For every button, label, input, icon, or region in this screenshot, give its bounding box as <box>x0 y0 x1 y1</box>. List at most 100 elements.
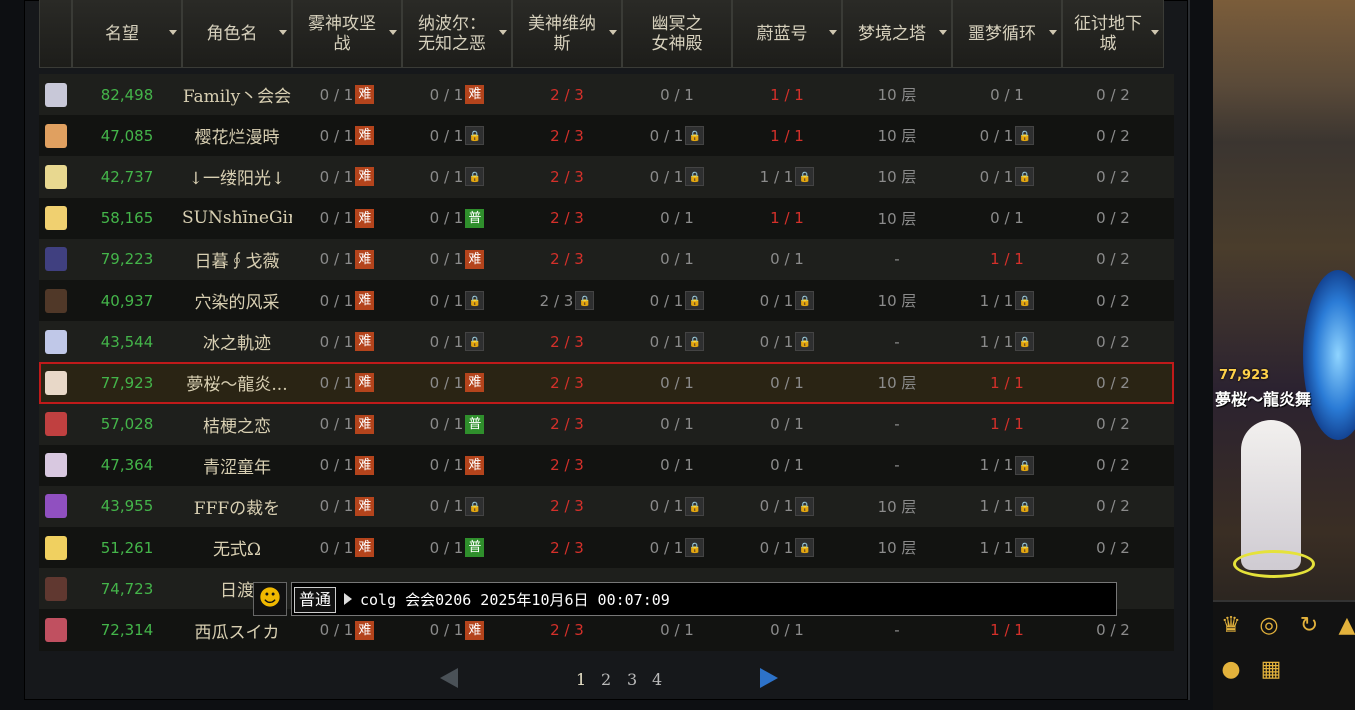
nightmare-cycle-cell: 1 / 1 🔒 <box>952 280 1062 321</box>
nightmare-cycle-cell: 1 / 1 <box>990 250 1024 269</box>
azure-cell: 0 / 1 🔒 <box>732 486 842 527</box>
table-row[interactable]: 82,498 Family丶会会 0 / 1难0 / 1难2 / 30 / 11 /… <box>39 74 1174 116</box>
prev-page-icon[interactable] <box>440 668 458 688</box>
table-row[interactable]: 43,955 FFFの裁を 0 / 1难0 / 1 🔒 2 / 30 / 1 🔒 0 / 1… <box>39 485 1174 528</box>
goddess-temple-cell: 0 / 1 <box>660 85 694 104</box>
conquest-dungeon-cell: 0 / 2 <box>1096 415 1130 434</box>
conquest-dungeon-cell: 0 / 2 <box>1096 209 1130 228</box>
mist-raid-cell: 0 / 1难 <box>292 115 402 156</box>
avatar-cell <box>39 527 72 568</box>
conquest-dungeon-cell: 0 / 2 <box>1096 538 1130 557</box>
header-conquest-dungeon[interactable]: 征讨地下城 <box>1062 0 1164 68</box>
lock-icon: 🔒 <box>465 332 485 352</box>
chat-channel-selector[interactable]: 普通 <box>294 587 337 613</box>
lock-icon: 🔒 <box>795 332 815 352</box>
fame-cell: 47,085 <box>100 126 154 145</box>
refresh-icon[interactable]: ↻ <box>1295 612 1323 640</box>
hard-badge: 难 <box>355 126 375 146</box>
lock-icon: 🔒 <box>795 291 815 311</box>
dream-tower-cell: 10 层 <box>877 209 917 228</box>
azure-cell: 1 / 1 <box>770 126 804 145</box>
table-row[interactable]: 47,085 樱花烂漫時 0 / 1难0 / 1 🔒 2 / 30 / 1 🔒 1 / 11… <box>39 115 1174 157</box>
channel-arrow-icon[interactable] <box>344 593 352 605</box>
avatar <box>44 370 67 395</box>
character-name-cell: ↓一缕阳光↓ <box>188 169 286 190</box>
hard-badge: 难 <box>465 620 485 640</box>
nightmare-cycle-cell: 1 / 1 🔒 <box>952 527 1062 568</box>
table-row[interactable]: 79,223 日暮∮戈薇 0 / 1难0 / 1难 2 / 3 0 / 1 0 / 1 - 1… <box>39 238 1174 280</box>
table-row[interactable]: 47,364 青涩童年 0 / 1难0 / 1难 2 / 3 0 / 1 0 / 1 - 1 … <box>39 444 1174 486</box>
avatar-cell <box>39 198 72 239</box>
grid-icon[interactable]: ▦ <box>1257 656 1285 684</box>
header-avatar-column <box>39 0 72 68</box>
hard-badge: 难 <box>465 373 485 393</box>
avatar <box>44 164 67 189</box>
lock-icon: 🔒 <box>685 538 705 558</box>
conquest-dungeon-cell: 0 / 2 <box>1096 373 1130 392</box>
table-row[interactable]: 57,028 桔梗之恋 0 / 1难0 / 1普 2 / 3 0 / 1 0 / 1 - 1 … <box>39 403 1174 445</box>
lock-icon: 🔒 <box>1015 538 1035 558</box>
dream-tower-cell: 10 层 <box>877 292 917 311</box>
page-3[interactable]: 3 <box>627 670 637 689</box>
dream-tower-cell: 10 层 <box>877 127 917 146</box>
dream-tower-cell: 10 层 <box>877 497 917 516</box>
map-pin-icon[interactable]: ● <box>1217 656 1245 684</box>
emoticon-icon[interactable]: ☻ <box>253 582 287 616</box>
nightmare-cycle-cell: 1 / 1 <box>990 373 1024 392</box>
hard-badge: 难 <box>355 208 375 228</box>
crown-icon[interactable]: ♛ <box>1217 612 1245 640</box>
character-sprite <box>1241 420 1301 570</box>
character-name-cell: 冰之軌迹 <box>203 334 271 355</box>
character-name-cell: 樱花烂漫時 <box>194 128 280 149</box>
header-character-name[interactable]: 角色名 <box>182 0 292 68</box>
header-venus[interactable]: 美神维纳斯 <box>512 0 622 68</box>
lock-icon: 🔒 <box>1015 455 1035 475</box>
header-goddess-temple[interactable]: 幽冥之 女神殿 <box>622 0 732 68</box>
lock-icon: 🔒 <box>1015 167 1035 187</box>
table-row[interactable]: 51,261 无式Ω 0 / 1难0 / 1普 2 / 3 0 / 1 🔒 0 / 1 🔒 10… <box>39 527 1174 569</box>
character-name-cell: FFFの裁を <box>193 498 281 519</box>
nabol-cell: 0 / 1普 <box>402 198 512 239</box>
venus-cell: 2 / 3 <box>550 167 584 186</box>
mist-raid-cell: 0 / 1难 <box>292 445 402 486</box>
nabol-cell: 0 / 1难 <box>402 445 512 486</box>
nightmare-cycle-cell: 1 / 1 <box>990 415 1024 434</box>
lock-icon: 🔒 <box>465 167 485 187</box>
hard-badge: 难 <box>355 249 375 269</box>
lock-icon: 🔒 <box>795 167 815 187</box>
page-4[interactable]: 4 <box>652 670 662 689</box>
target-icon[interactable]: ◎ <box>1255 612 1283 640</box>
table-row[interactable]: 43,544 冰之軌迹 0 / 1难0 / 1 🔒 2 / 30 / 1 🔒 0 / 1 🔒 -… <box>39 321 1174 363</box>
table-row[interactable]: 58,165 SUNshīneGir 0 / 1难0 / 1普2 / 30 / 11… <box>39 197 1174 239</box>
hard-badge: 难 <box>355 332 375 352</box>
fame-cell: 57,028 <box>100 415 154 434</box>
venus-cell: 2 / 3 <box>550 538 584 557</box>
nightmare-cycle-cell: 0 / 1 <box>990 85 1024 104</box>
table-row[interactable]: 40,937 穴染的风采 0 / 1难0 / 1 🔒 2 / 3 🔒 0 / 1 🔒 0 / 1… <box>39 279 1174 322</box>
lock-icon: 🔒 <box>685 332 705 352</box>
header-azure[interactable]: 蔚蓝号 <box>732 0 842 68</box>
page-1[interactable]: 1 <box>576 670 586 689</box>
table-row[interactable]: 42,737 ↓一缕阳光↓ 0 / 1难0 / 1 🔒 2 / 30 / 1 🔒 1 / 1… <box>39 156 1174 198</box>
page-2[interactable]: 2 <box>601 670 611 689</box>
up-arrow-icon[interactable]: ▲ <box>1333 612 1355 640</box>
lock-icon: 🔒 <box>795 538 815 558</box>
dream-tower-cell: 10 层 <box>877 374 917 393</box>
sort-arrow-icon <box>1049 30 1057 35</box>
avatar <box>44 535 67 560</box>
header-dream-tower[interactable]: 梦境之塔 <box>842 0 952 68</box>
table-row[interactable]: 77,923 夢桜～龍炎... 0 / 1难0 / 1难2 / 30 / 10 / … <box>39 362 1174 404</box>
next-page-icon[interactable] <box>760 668 778 688</box>
nightmare-cycle-cell: 0 / 1 🔒 <box>952 156 1062 197</box>
character-name-cell: SUNshīneGir <box>182 208 292 229</box>
avatar <box>44 494 67 519</box>
header-fame[interactable]: 名望 <box>72 0 182 68</box>
header-nabol[interactable]: 纳波尔： 无知之恶 <box>402 0 512 68</box>
header-mist-raid[interactable]: 雾神攻坚战 <box>292 0 402 68</box>
mist-raid-cell: 0 / 1难 <box>292 362 402 403</box>
nabol-cell: 0 / 1 🔒 <box>402 115 512 156</box>
chat-input[interactable]: 普通 colg 会会0206 2025年10月6日 00:07:09 <box>291 582 1117 616</box>
dream-tower-cell: - <box>894 332 900 351</box>
avatar <box>44 453 67 478</box>
header-nightmare-cycle[interactable]: 噩梦循环 <box>952 0 1062 68</box>
